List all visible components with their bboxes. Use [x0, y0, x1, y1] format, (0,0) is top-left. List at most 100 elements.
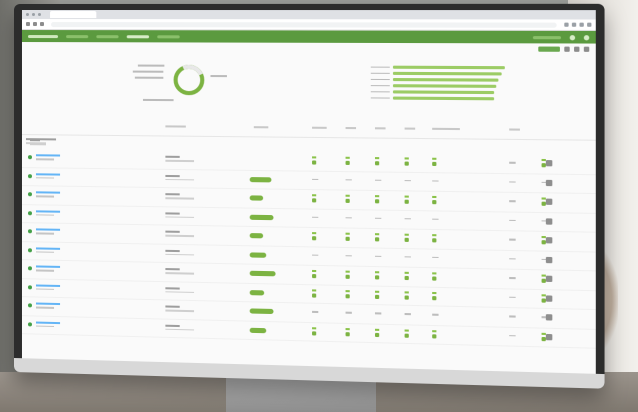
status-empty [345, 311, 352, 314]
browser-tab[interactable] [50, 11, 97, 19]
row-description-detail [165, 272, 195, 275]
window-maximize-icon[interactable] [37, 13, 41, 17]
column-header[interactable] [509, 128, 520, 131]
status-empty [432, 218, 439, 220]
extension-icon[interactable] [571, 22, 577, 27]
monitor [14, 3, 605, 389]
edit-icon[interactable] [545, 237, 553, 244]
user-name[interactable] [532, 35, 562, 39]
progress-pill [249, 270, 276, 277]
status-empty [509, 238, 516, 241]
row-name-link[interactable] [35, 228, 61, 231]
column-header[interactable] [253, 126, 269, 129]
column-header[interactable] [312, 126, 327, 129]
status-check-icon [346, 271, 350, 279]
status-empty [509, 161, 516, 164]
row-name-link[interactable] [35, 321, 61, 324]
menu-icon[interactable] [587, 22, 592, 27]
edit-icon[interactable] [545, 160, 553, 167]
edit-icon[interactable] [545, 198, 553, 205]
status-empty [404, 179, 411, 182]
row-subtitle [35, 306, 55, 309]
column-header[interactable] [374, 127, 386, 130]
column-header[interactable] [432, 127, 460, 131]
row-name-link[interactable] [35, 172, 61, 176]
status-dot [27, 266, 32, 271]
edit-icon[interactable] [545, 333, 553, 340]
status-dot [27, 321, 32, 326]
extension-icon[interactable] [579, 22, 584, 27]
row-name-link[interactable] [35, 265, 61, 268]
donut-label [210, 75, 227, 78]
bar-label [370, 91, 390, 93]
status-check-icon [432, 234, 436, 242]
nav-item[interactable] [96, 34, 119, 38]
nav-item[interactable] [157, 34, 180, 38]
edit-icon[interactable] [545, 314, 553, 321]
row-description [165, 193, 180, 196]
back-icon[interactable] [25, 22, 30, 27]
status-empty [509, 219, 516, 221]
edit-icon[interactable] [545, 294, 553, 302]
row-description [165, 174, 180, 177]
row-name-link[interactable] [35, 154, 61, 157]
row-name-link[interactable] [35, 209, 61, 213]
bar-chart-row [370, 90, 495, 95]
column-header[interactable] [345, 126, 357, 130]
row-subtitle [35, 287, 55, 290]
status-dot [27, 229, 32, 234]
row-name-link[interactable] [35, 191, 61, 194]
donut-chart-remainder [169, 60, 209, 100]
row-description-detail [165, 309, 195, 312]
bar-chart-row [370, 96, 495, 101]
status-check-icon [432, 196, 436, 204]
window-close-icon[interactable] [25, 13, 29, 17]
status-check-icon [346, 328, 350, 336]
row-name-link[interactable] [35, 302, 61, 306]
nav-item[interactable] [66, 34, 89, 38]
reload-icon[interactable] [39, 22, 44, 27]
tool-icon[interactable] [583, 46, 590, 52]
edit-icon[interactable] [545, 217, 553, 225]
row-description-detail [165, 328, 195, 331]
status-empty [345, 216, 352, 219]
row-subtitle [35, 176, 55, 179]
row-description [165, 324, 180, 327]
status-empty [374, 312, 382, 314]
donut-label [142, 98, 174, 102]
row-name-link[interactable] [35, 283, 61, 287]
status-check-icon [405, 196, 409, 204]
edit-icon[interactable] [545, 256, 553, 263]
status-dot [27, 192, 32, 197]
column-header[interactable] [404, 127, 416, 130]
progress-pill [249, 251, 267, 258]
status-empty [509, 276, 516, 279]
settings-icon[interactable] [583, 34, 590, 40]
app-logo[interactable] [27, 34, 59, 38]
window-minimize-icon[interactable] [31, 13, 35, 17]
forward-icon[interactable] [32, 22, 37, 27]
url-field[interactable] [51, 21, 557, 28]
row-description-detail [165, 197, 195, 200]
status-check-icon [375, 271, 379, 279]
donut-label [132, 70, 164, 73]
status-empty [404, 312, 411, 315]
status-empty [312, 216, 319, 218]
tool-icon[interactable] [564, 46, 570, 52]
status-empty [432, 179, 439, 182]
nav-item-active[interactable] [126, 34, 150, 38]
primary-action-button[interactable] [538, 45, 560, 52]
user-avatar-icon[interactable] [569, 34, 576, 40]
status-dot [27, 303, 32, 308]
row-name-link[interactable] [35, 246, 61, 250]
extension-icon[interactable] [564, 22, 569, 27]
status-empty [404, 255, 411, 258]
edit-icon[interactable] [545, 275, 553, 283]
status-check-icon [405, 291, 409, 299]
edit-icon[interactable] [545, 179, 553, 186]
row-description-detail [165, 159, 195, 162]
bar-label [370, 78, 390, 81]
column-header[interactable] [165, 125, 186, 128]
row-description [165, 155, 180, 158]
tool-icon[interactable] [574, 46, 580, 52]
